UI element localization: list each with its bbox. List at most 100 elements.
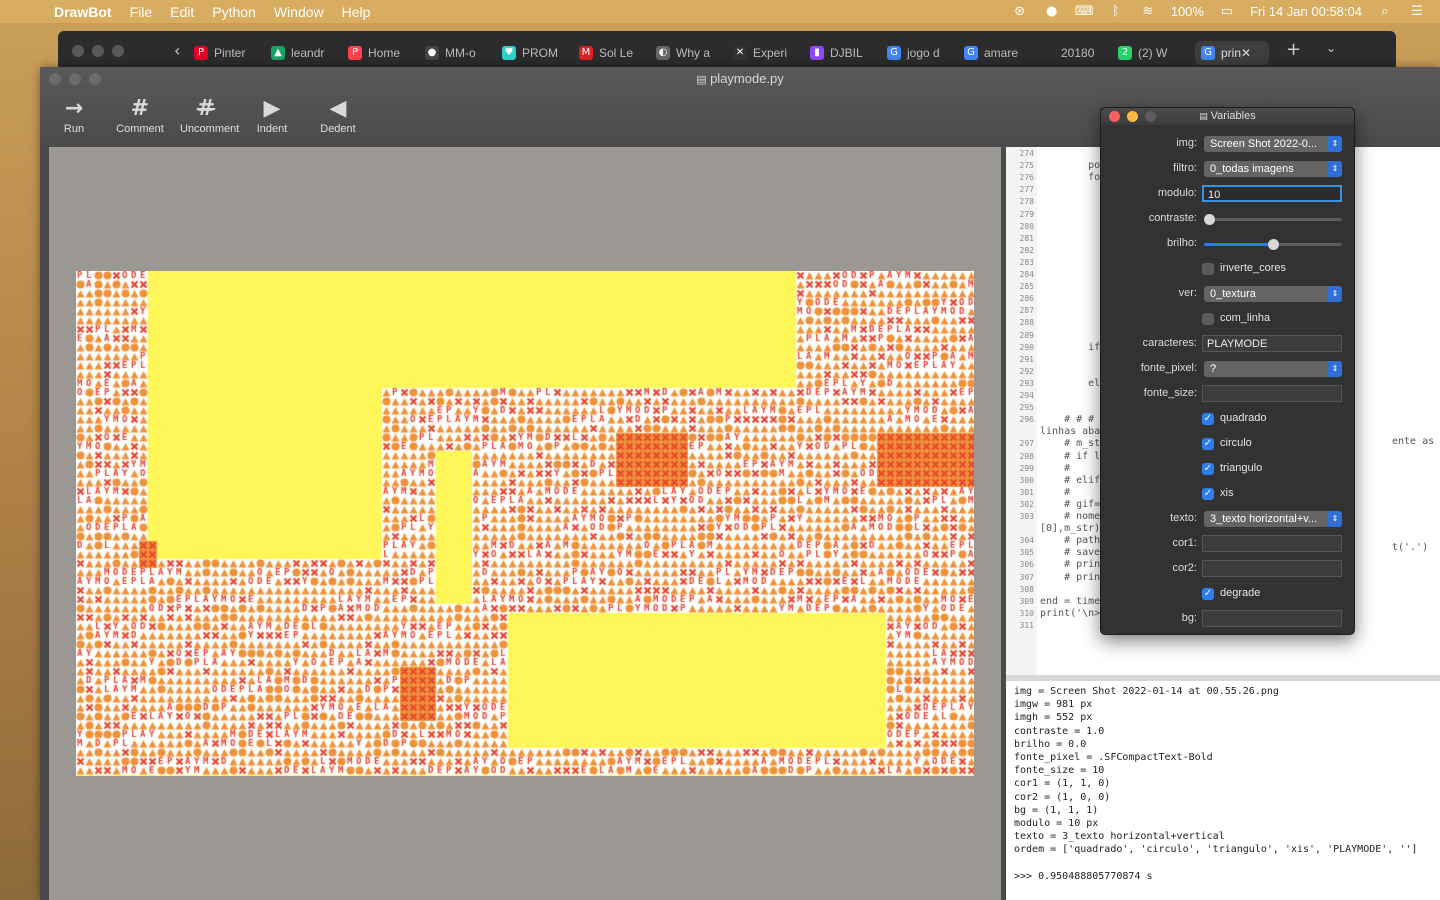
browser-tab[interactable]: ▮ DJBIL [810, 41, 874, 65]
line-number: 280 [1019, 221, 1034, 231]
browser-tab[interactable]: Gprin ✕ [1195, 41, 1269, 65]
browser-tab[interactable]: ▲ leandr [271, 41, 335, 65]
tab-favicon-icon: ● [425, 46, 439, 60]
menu-help[interactable]: Help [342, 4, 371, 20]
line-number: 291 [1019, 354, 1034, 364]
browser-tab[interactable]: M Sol Le [579, 41, 643, 65]
fonte-size-label: fonte_size: [1143, 387, 1197, 399]
tab-favicon-icon: ▲ [271, 46, 285, 60]
run-button[interactable]: → Run [48, 95, 100, 135]
tab-favicon-icon: 2 [1118, 46, 1132, 60]
line-number: 289 [1019, 330, 1034, 340]
contraste-label: contraste: [1148, 212, 1197, 224]
filtro-popup[interactable]: 0_todas imagens ⇕ [1204, 161, 1342, 177]
uncomment-button[interactable]: # Uncomment [180, 95, 239, 135]
brilho-slider[interactable] [1204, 239, 1342, 250]
line-number: 305 [1019, 548, 1034, 558]
cor2-input[interactable] [1202, 560, 1342, 577]
document-icon: ▤ [1199, 112, 1211, 122]
battery-icon[interactable]: ▭ [1218, 4, 1236, 19]
code-line: if [1040, 341, 1101, 353]
browser-zoom-button[interactable] [112, 45, 124, 57]
ver-popup[interactable]: 0_textura ⇕ [1204, 286, 1342, 302]
tab-close-icon[interactable]: ✕ [1241, 46, 1251, 60]
code-line: # prin [1040, 571, 1101, 583]
tab-label: Experi [753, 46, 788, 60]
dedent-button[interactable]: ◀ Dedent [312, 95, 364, 135]
code-line: [0],m_str) [1040, 523, 1101, 535]
fonte-size-input[interactable] [1202, 385, 1342, 402]
browser-tab[interactable]: ◐ Why a [656, 41, 720, 65]
control-center-icon[interactable]: ☰ [1408, 4, 1426, 19]
menu-file[interactable]: File [130, 4, 153, 20]
code-line: # prin [1040, 559, 1101, 571]
modulo-label: modulo: [1157, 187, 1197, 199]
browser-minimize-button[interactable] [92, 45, 104, 57]
degrade-checkbox[interactable]: ✓ [1202, 588, 1214, 600]
menubar-clock[interactable]: Fri 14 Jan 00:58:04 [1250, 4, 1362, 19]
quadrado-checkbox[interactable]: ✓ [1202, 413, 1214, 425]
slider-knob[interactable] [1204, 214, 1215, 225]
keyboard-icon[interactable]: ⌨ [1075, 4, 1094, 19]
tab-label: PROM [522, 46, 558, 60]
img-popup[interactable]: Screen Shot 2022-0... ⇕ [1204, 136, 1342, 152]
indent-button[interactable]: ▶ Indent [246, 95, 298, 135]
line-number: 300 [1019, 475, 1034, 485]
menu-app-name[interactable]: DrawBot [54, 4, 112, 20]
contraste-slider[interactable] [1204, 214, 1342, 225]
line-number: 278 [1019, 197, 1034, 207]
battery-percent[interactable]: 100% [1171, 4, 1204, 19]
browser-tab[interactable]: Gjogo d [887, 41, 951, 65]
wifi-icon[interactable]: ≋ [1139, 4, 1157, 19]
com-linha-checkbox[interactable] [1202, 313, 1214, 325]
browser-tab[interactable]: P Pinter [194, 41, 258, 65]
caracteres-input[interactable]: PLAYMODE [1202, 335, 1342, 352]
variables-zoom-button[interactable] [1145, 111, 1156, 122]
comment-button[interactable]: # Comment [114, 95, 166, 135]
browser-tab[interactable]: 20180 [1041, 41, 1105, 65]
variables-minimize-button[interactable] [1127, 111, 1138, 122]
new-tab-icon[interactable]: + [1286, 39, 1301, 60]
browser-close-button[interactable] [72, 45, 84, 57]
slider-knob[interactable] [1267, 239, 1279, 250]
browser-tab[interactable]: P Home [348, 41, 412, 65]
creative-cloud-icon[interactable]: ⊛ [1011, 4, 1029, 19]
bluetooth-icon[interactable]: ᛒ [1107, 4, 1125, 19]
cor1-input[interactable] [1202, 535, 1342, 552]
line-number: 286 [1019, 294, 1034, 304]
toolbar: → Run # Comment # Uncomment ▶ Indent ◀ Dedent [48, 95, 378, 135]
tab-scroll-left-icon[interactable]: ‹ [174, 41, 180, 60]
menu-python[interactable]: Python [212, 4, 256, 20]
browser-tab[interactable]: 2 (2) W [1118, 41, 1182, 65]
circle-status-icon[interactable]: ● [1043, 4, 1061, 19]
browser-tab[interactable]: ● MM-o [425, 41, 489, 65]
tab-label: amare [984, 46, 1019, 60]
browser-tab[interactable]: ♥ PROM [502, 41, 566, 65]
browser-tab[interactable]: ✕ Experi [733, 41, 797, 65]
spotlight-search-icon[interactable]: ⌕ [1376, 4, 1394, 19]
line-number: 283 [1019, 257, 1034, 267]
texto-popup[interactable]: 3_texto horizontal+v... ⇕ [1204, 511, 1342, 527]
modulo-input[interactable]: 10 [1202, 185, 1342, 202]
triangulo-checkbox[interactable]: ✓ [1202, 463, 1214, 475]
tab-label: Why a [676, 46, 711, 60]
menu-window[interactable]: Window [274, 4, 324, 20]
variables-close-button[interactable] [1109, 111, 1120, 122]
quadrado-label: quadrado [1220, 412, 1267, 424]
drawing-canvas-area[interactable] [49, 147, 1001, 900]
code-line: # [1040, 462, 1071, 474]
line-number: 275 [1019, 161, 1034, 171]
xis-checkbox[interactable]: ✓ [1202, 488, 1214, 500]
circulo-checkbox[interactable]: ✓ [1202, 438, 1214, 450]
output-console[interactable]: img = Screen Shot 2022-01-14 at 00.55.26… [1006, 681, 1440, 900]
line-number: 284 [1019, 270, 1034, 279]
tab-list-chevron-icon[interactable]: ⌄ [1326, 41, 1336, 55]
line-number: 287 [1019, 306, 1034, 316]
fonte-pixel-popup[interactable]: ? ⇕ [1204, 361, 1342, 377]
browser-tab[interactable]: Gamare [964, 41, 1028, 65]
line-number: 301 [1019, 487, 1034, 497]
bg-input[interactable] [1202, 610, 1342, 627]
line-number: 308 [1019, 584, 1034, 594]
menu-edit[interactable]: Edit [170, 4, 194, 20]
inverte-cores-checkbox[interactable] [1202, 263, 1214, 275]
